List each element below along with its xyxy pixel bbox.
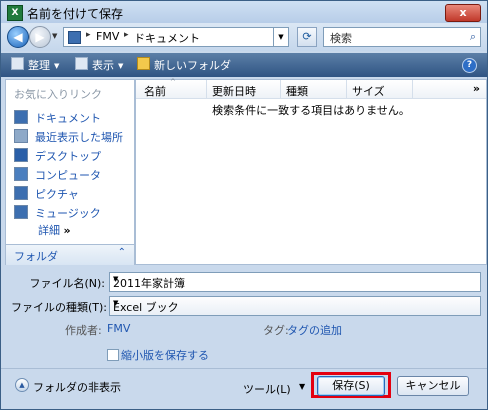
column-divider[interactable] bbox=[280, 80, 281, 98]
music-icon bbox=[14, 205, 28, 219]
file-list[interactable]: 名前 ^ 更新日時 種類 サイズ » 検索条件に一致する項目はありません。 bbox=[135, 78, 487, 265]
hide-folders-button[interactable]: フォルダの非表示 bbox=[33, 379, 121, 395]
breadcrumb[interactable]: ▸ FMV ▸ ドキュメント bbox=[63, 27, 275, 47]
recent-pages-dropdown[interactable]: ▼ bbox=[52, 32, 57, 40]
sidebar-item-pictures[interactable]: ピクチャ bbox=[14, 186, 79, 202]
breadcrumb-item-documents[interactable]: ドキュメント bbox=[134, 30, 200, 46]
filetype-select[interactable]: Excel ブック ▼ bbox=[109, 296, 481, 316]
sidebar-item-documents[interactable]: ドキュメント bbox=[14, 110, 101, 126]
chevron-down-icon: ▼ bbox=[113, 299, 119, 307]
chevron-down-icon: ▼ bbox=[118, 62, 124, 70]
sidebar-item-label: 最近表示した場所 bbox=[35, 131, 123, 144]
new-folder-button[interactable]: 新しいフォルダ bbox=[137, 57, 231, 73]
address-row: ◀ ▶ ▼ ▸ FMV ▸ ドキュメント ▼ ⟳ 検索 ⌕ bbox=[1, 23, 487, 51]
save-thumbnail-label[interactable]: 縮小版を保存する bbox=[121, 347, 209, 363]
documents-icon bbox=[14, 110, 28, 124]
column-name[interactable]: 名前 bbox=[144, 83, 166, 99]
folders-toggle[interactable]: フォルダ ⌃ bbox=[6, 244, 134, 265]
chevron-down-icon: ▼ bbox=[54, 62, 60, 70]
sidebar-item-recent-places[interactable]: 最近表示した場所 bbox=[14, 129, 123, 145]
column-divider[interactable] bbox=[412, 80, 413, 98]
filetype-label: ファイルの種類(T): bbox=[11, 301, 108, 314]
favorites-header: お気に入りリンク bbox=[14, 88, 102, 101]
double-chevron-icon: » bbox=[63, 224, 71, 237]
sidebar-item-label: コンピュータ bbox=[35, 169, 101, 182]
address-dropdown[interactable]: ▼ bbox=[273, 27, 289, 47]
breadcrumb-item-fmv[interactable]: FMV bbox=[96, 30, 119, 43]
save-button[interactable]: 保存(S) bbox=[317, 376, 385, 396]
column-header-row: 名前 ^ 更新日時 種類 サイズ » bbox=[136, 78, 486, 99]
chevron-right-icon[interactable]: ▸ bbox=[86, 30, 91, 40]
pictures-icon bbox=[14, 186, 28, 200]
tools-menu-button[interactable]: ツール(L) bbox=[243, 381, 291, 397]
back-button[interactable]: ◀ bbox=[7, 26, 29, 48]
sidebar-item-label: ピクチャ bbox=[35, 188, 79, 201]
desktop-icon bbox=[14, 148, 28, 162]
filename-field[interactable]: 2011年家計簿 ▼ bbox=[109, 272, 481, 292]
organize-button[interactable]: 整理 ▼ bbox=[11, 57, 59, 73]
more-columns-button[interactable]: » bbox=[473, 82, 480, 95]
refresh-icon: ⟳ bbox=[302, 30, 312, 43]
title-bar: X 名前を付けて保存 x bbox=[1, 1, 487, 23]
sort-ascending-icon: ^ bbox=[170, 78, 176, 86]
column-modified[interactable]: 更新日時 bbox=[212, 83, 256, 99]
command-toolbar: 整理 ▼ 表示 ▼ 新しいフォルダ ? bbox=[1, 53, 487, 77]
recent-places-icon bbox=[14, 129, 28, 143]
organize-label: 整理 bbox=[28, 59, 50, 72]
chevron-down-icon[interactable]: ▼ bbox=[113, 275, 477, 283]
folders-label: フォルダ bbox=[14, 250, 58, 263]
sidebar-item-label: ミュージック bbox=[35, 207, 101, 220]
views-icon bbox=[75, 57, 88, 70]
sidebar-item-label: ドキュメント bbox=[35, 112, 101, 125]
filename-label: ファイル名(N): bbox=[29, 277, 105, 290]
tags-label: タグ: bbox=[263, 324, 289, 337]
save-as-dialog: X 名前を付けて保存 x ◀ ▶ ▼ ▸ FMV ▸ ドキュメント ▼ ⟳ 検索… bbox=[0, 0, 488, 410]
save-thumbnail-checkbox[interactable] bbox=[107, 349, 119, 361]
chevron-right-icon[interactable]: ▸ bbox=[124, 30, 129, 40]
forward-arrow-icon: ▶ bbox=[35, 30, 45, 44]
column-divider[interactable] bbox=[206, 80, 207, 98]
computer-icon bbox=[14, 167, 28, 181]
author-label: 作成者: bbox=[65, 324, 102, 337]
close-button[interactable]: x bbox=[445, 4, 481, 22]
new-folder-icon bbox=[137, 57, 150, 70]
search-icon[interactable]: ⌕ bbox=[470, 30, 476, 44]
sidebar-item-music[interactable]: ミュージック bbox=[14, 205, 101, 221]
sidebar-item-desktop[interactable]: デスクトップ bbox=[14, 148, 101, 164]
refresh-button[interactable]: ⟳ bbox=[297, 27, 317, 47]
author-value[interactable]: FMV bbox=[107, 322, 130, 335]
chevron-up-icon: ⌃ bbox=[117, 247, 126, 258]
sidebar-item-label: デスクトップ bbox=[35, 150, 101, 163]
cancel-button[interactable]: キャンセル bbox=[397, 376, 469, 396]
column-type[interactable]: 種類 bbox=[286, 83, 308, 99]
folder-icon bbox=[68, 31, 81, 44]
navigation-pane: お気に入りリンク ドキュメント 最近表示した場所 デスクトップ コンピュータ ピ… bbox=[5, 79, 135, 265]
chevron-up-icon[interactable]: ▲ bbox=[15, 378, 29, 392]
excel-icon: X bbox=[7, 5, 23, 21]
add-tag-link[interactable]: タグの追加 bbox=[287, 322, 342, 338]
empty-message: 検索条件に一致する項目はありません。 bbox=[212, 104, 410, 117]
search-placeholder: 検索 bbox=[330, 32, 352, 45]
views-button[interactable]: 表示 ▼ bbox=[75, 57, 123, 73]
more-links-button[interactable]: 詳細 » bbox=[38, 222, 71, 238]
views-label: 表示 bbox=[92, 59, 114, 72]
organize-icon bbox=[11, 57, 24, 70]
column-divider[interactable] bbox=[346, 80, 347, 98]
help-icon[interactable]: ? bbox=[462, 58, 477, 73]
window-title: 名前を付けて保存 bbox=[27, 7, 124, 21]
sidebar-item-computer[interactable]: コンピュータ bbox=[14, 167, 101, 183]
back-arrow-icon: ◀ bbox=[13, 30, 23, 44]
column-size[interactable]: サイズ bbox=[352, 83, 385, 99]
more-label: 詳細 bbox=[38, 224, 60, 237]
new-folder-label: 新しいフォルダ bbox=[154, 59, 231, 72]
search-input[interactable]: 検索 ⌕ bbox=[323, 27, 481, 47]
chevron-down-icon[interactable]: ▼ bbox=[299, 382, 305, 391]
divider bbox=[1, 368, 487, 369]
forward-button[interactable]: ▶ bbox=[29, 26, 51, 48]
